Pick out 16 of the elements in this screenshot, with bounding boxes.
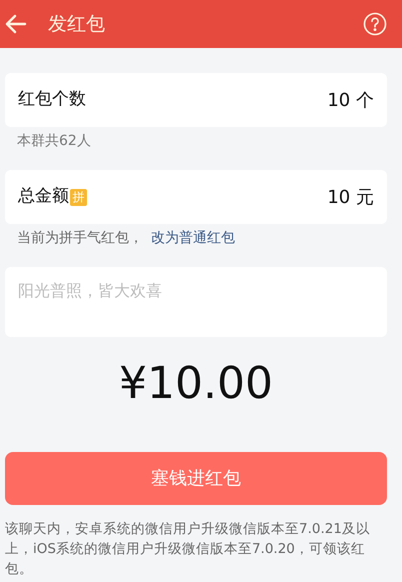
help-icon[interactable] <box>363 12 387 36</box>
page-title: 发红包 <box>48 12 105 37</box>
notice-text: 该聊天内，安卓系统的微信用户升级微信版本至7.0.21及以上，iOS系统的微信用户升级微信版本至7.0.20，可领该红包。 <box>5 520 371 579</box>
greeting-field[interactable]: 阳光普照，皆大欢喜 <box>5 267 387 337</box>
amount-field[interactable]: 总金额 拼 10 元 <box>5 170 387 224</box>
field-value: 10 元 <box>327 186 374 210</box>
back-icon[interactable] <box>4 12 28 36</box>
field-label: 红包个数 <box>18 88 86 112</box>
lucky-badge: 拼 <box>70 188 87 206</box>
count-field[interactable]: 红包个数 10 个 <box>5 73 387 127</box>
hint-text: 当前为拼手气红包， <box>17 229 143 248</box>
hint-text: 本群共62人 <box>16 132 92 151</box>
field-value: 10 个 <box>327 88 374 112</box>
total-amount: ¥10.00 <box>118 357 274 411</box>
switch-link[interactable]: 改为普通红包 <box>151 228 235 249</box>
field-label: 总金额 <box>18 185 69 208</box>
